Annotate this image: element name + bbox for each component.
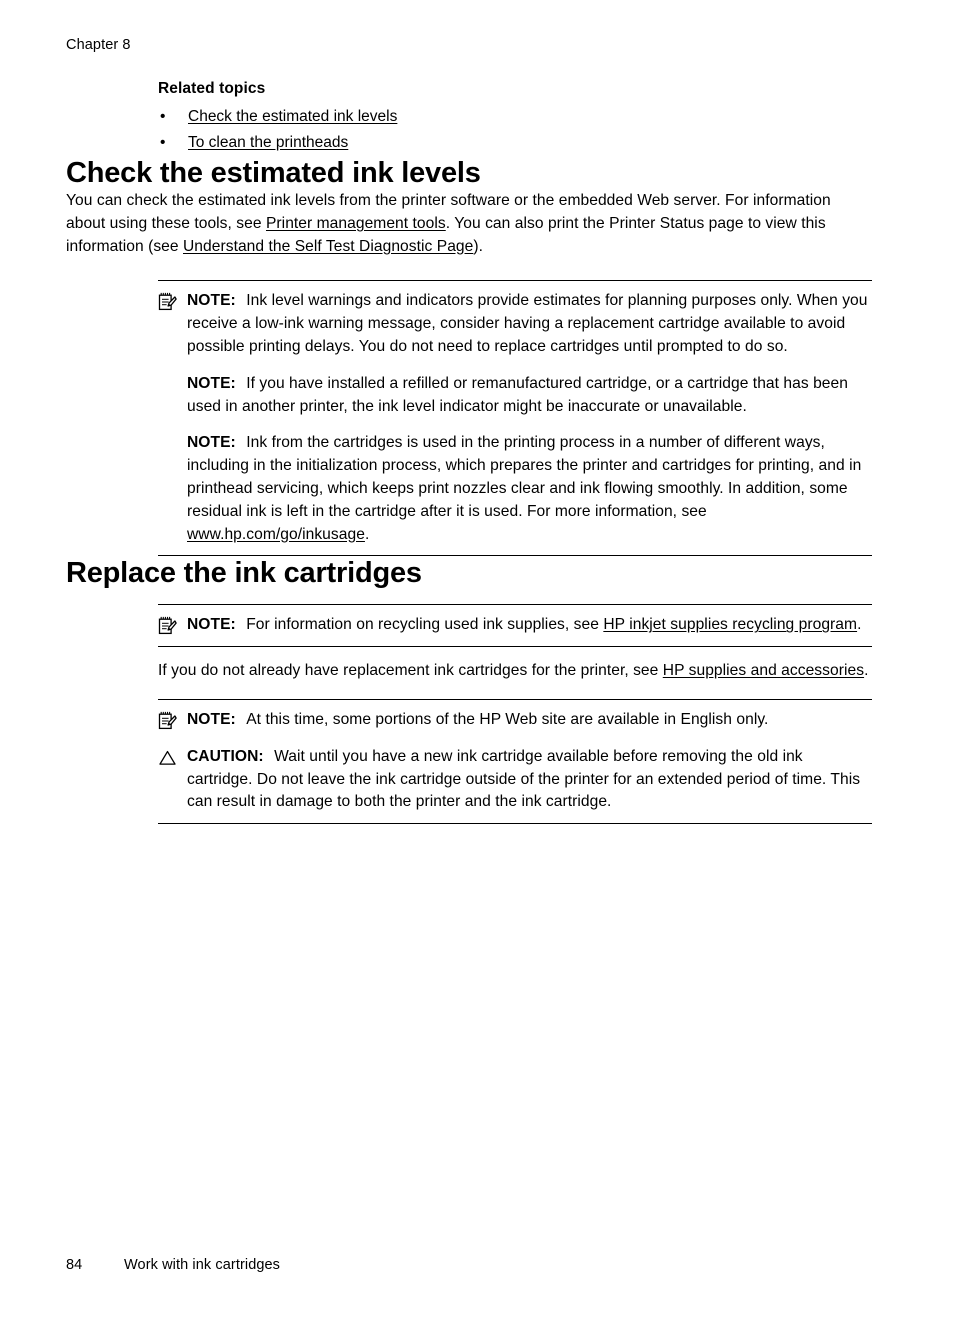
list-item: • Check the estimated ink levels xyxy=(158,104,872,130)
section-heading-replace-ink-cartridges: Replace the ink cartridges xyxy=(66,557,422,590)
bullet-icon: • xyxy=(160,134,166,151)
note-block-recycling: NOTE: For information on recycling used … xyxy=(158,614,872,637)
page-content: Related topics • Check the estimated ink… xyxy=(66,78,872,825)
supplies-text-part-2: . xyxy=(864,662,869,680)
note-label: NOTE: xyxy=(187,292,236,310)
note-label: NOTE: xyxy=(187,374,236,392)
related-topics-list: • Check the estimated ink levels • To cl… xyxy=(158,104,872,156)
related-topics-heading: Related topics xyxy=(158,80,266,97)
note-label: NOTE: xyxy=(187,616,236,634)
page-footer: 84 Work with ink cartridges xyxy=(66,1256,280,1274)
note-text: Ink level warnings and indicators provid… xyxy=(187,292,868,355)
note-block-english-only: NOTE: At this time, some portions of the… xyxy=(158,709,872,732)
related-topic-link-clean-printheads[interactable]: To clean the printheads xyxy=(188,134,348,151)
supplies-text-part-1: If you do not already have replacement i… xyxy=(158,662,663,680)
note-icon xyxy=(158,292,177,311)
link-understand-self-test-diagnostic-page[interactable]: Understand the Self Test Diagnostic Page xyxy=(183,238,473,255)
caution-block-replace-cartridge: CAUTION: Wait until you have a new ink c… xyxy=(158,746,872,814)
list-item: • To clean the printheads xyxy=(158,130,872,156)
intro-text-part-3: ). xyxy=(473,237,484,255)
note-text-part-1: For information on recycling used ink su… xyxy=(246,616,604,634)
note-text: At this time, some portions of the HP We… xyxy=(246,710,769,728)
running-head-chapter: Chapter 8 xyxy=(66,37,131,53)
note-label: NOTE: xyxy=(187,434,236,452)
note-icon xyxy=(158,711,177,730)
note-text-part-2: . xyxy=(364,525,370,543)
link-hp-inkjet-supplies-recycling-program[interactable]: HP inkjet supplies recycling program xyxy=(603,616,857,633)
caution-icon xyxy=(158,748,177,767)
note-text: If you have installed a refilled or rema… xyxy=(187,374,848,415)
note-group-ink-levels: NOTE: Ink level warnings and indicators … xyxy=(158,280,872,557)
note-block-ink-usage: NOTE: Ink from the cartridges is used in… xyxy=(158,432,872,546)
link-printer-management-tools[interactable]: Printer management tools xyxy=(266,215,446,232)
note-text-part-2: . xyxy=(857,616,862,634)
section-intro-paragraph: You can check the estimated ink levels f… xyxy=(66,190,872,258)
note-group-recycling: NOTE: For information on recycling used … xyxy=(158,604,872,648)
related-topic-link-check-ink-levels[interactable]: Check the estimated ink levels xyxy=(188,108,397,125)
footer-section-title: Work with ink cartridges xyxy=(124,1257,281,1273)
footer-page-number: 84 xyxy=(66,1257,83,1273)
paragraph-replacement-supplies: If you do not already have replacement i… xyxy=(158,660,872,683)
link-hp-inkusage[interactable]: www.hp.com/go/inkusage xyxy=(187,526,365,543)
caution-text: Wait until you have a new ink cartridge … xyxy=(187,747,861,811)
link-hp-supplies-and-accessories[interactable]: HP supplies and accessories xyxy=(663,662,864,679)
note-block-refilled-cartridge: NOTE: If you have installed a refilled o… xyxy=(158,373,872,419)
bullet-icon: • xyxy=(160,108,166,125)
caution-label: CAUTION: xyxy=(187,747,264,765)
section-heading-check-ink-levels: Check the estimated ink levels xyxy=(66,157,481,189)
note-icon xyxy=(158,616,177,635)
document-page: Chapter 8 Related topics • Check the est… xyxy=(0,0,954,1321)
related-topics-block: Related topics • Check the estimated ink… xyxy=(158,78,872,156)
note-label: NOTE: xyxy=(187,710,236,728)
note-block-ink-level-warnings: NOTE: Ink level warnings and indicators … xyxy=(158,290,872,358)
note-text-part-1: Ink from the cartridges is used in the p… xyxy=(187,434,862,520)
note-group-english-and-caution: NOTE: At this time, some portions of the… xyxy=(158,698,872,825)
